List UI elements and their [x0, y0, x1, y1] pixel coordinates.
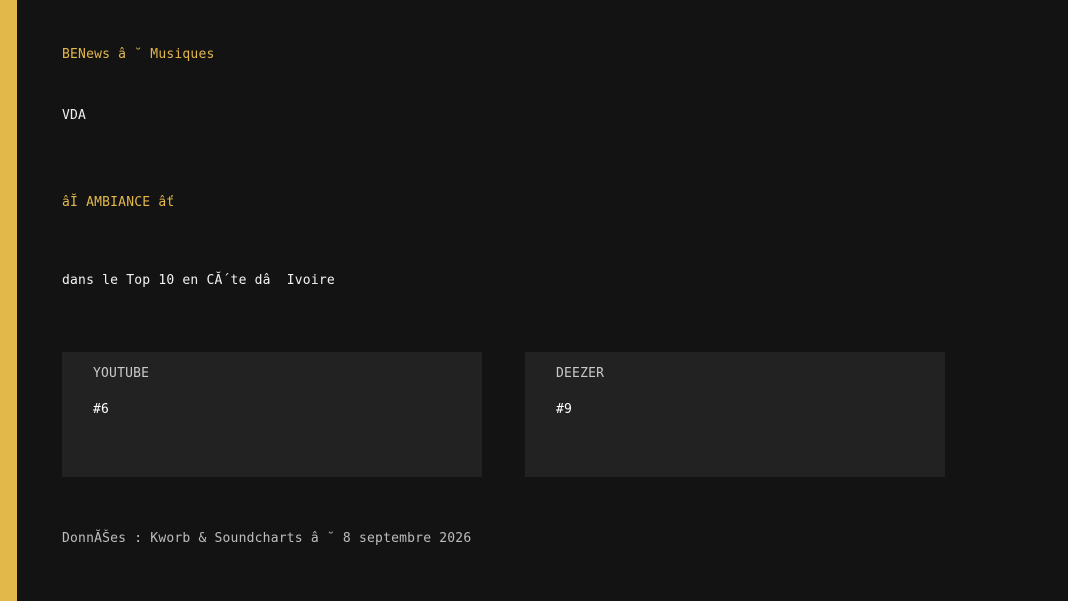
card-rank-value: #6 [93, 402, 110, 417]
headline: dans le Top 10 en CĂ´te dâ Ivoire [62, 273, 335, 288]
card-platform-label: YOUTUBE [93, 366, 150, 381]
card-rank-value: #9 [556, 402, 573, 417]
song-title: âĬ AMBIANCE âť [62, 195, 175, 210]
card-platform-label: DEEZER [556, 366, 605, 381]
brand-label: BENews â ˘ Musiques [62, 47, 215, 62]
data-source-footer: DonnĂŠes : Kworb & Soundcharts â ˘ 8 sep… [62, 531, 472, 546]
deezer-rank-card: DEEZER #9 [525, 352, 945, 477]
accent-bar [0, 0, 17, 601]
youtube-rank-card: YOUTUBE #6 [62, 352, 482, 477]
artist-name: VDA [62, 108, 87, 123]
